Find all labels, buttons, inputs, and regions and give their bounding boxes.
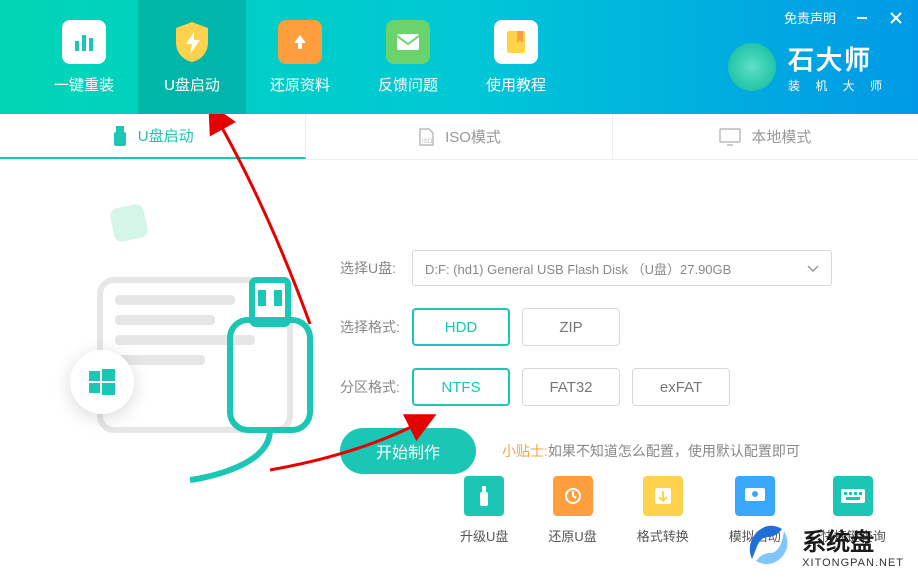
subnav: U盘启动 ISO ISO模式 本地模式 xyxy=(0,114,918,160)
disclaimer-link[interactable]: 免责声明 xyxy=(784,8,836,27)
close-button[interactable] xyxy=(888,10,904,26)
envelope-icon xyxy=(386,20,430,64)
shield-bolt-icon xyxy=(170,20,214,64)
chevron-down-icon xyxy=(807,261,819,276)
nav-restore[interactable]: 还原资料 xyxy=(246,0,354,114)
tip-text: 如果不知道怎么配置，使用默认配置即可 xyxy=(548,443,800,459)
minimize-icon xyxy=(856,12,868,24)
watermark-logo-icon xyxy=(742,519,794,571)
header: 免责声明 一键重装 U盘启动 还原资料 反馈问题 使 xyxy=(0,0,918,114)
tool-label: 格式转换 xyxy=(637,526,689,545)
bar-chart-icon xyxy=(62,20,106,64)
nav-feedback[interactable]: 反馈问题 xyxy=(354,0,462,114)
nav-label: 反馈问题 xyxy=(378,74,438,95)
tip-label: 小贴士: xyxy=(502,443,548,459)
main-area: 选择U盘: D:F: (hd1) General USB Flash Disk … xyxy=(0,160,918,490)
nav-tutorial[interactable]: 使用教程 xyxy=(462,0,570,114)
tool-restore-usb[interactable]: 还原U盘 xyxy=(548,476,596,545)
tool-upgrade-usb[interactable]: 升级U盘 xyxy=(460,476,508,545)
partition-option-ntfs[interactable]: NTFS xyxy=(412,368,510,406)
keyboard-icon xyxy=(833,476,873,516)
start-create-button[interactable]: 开始制作 xyxy=(340,428,476,474)
brand-logo-icon xyxy=(728,43,776,91)
tool-label: 升级U盘 xyxy=(460,526,508,545)
usb-select-label: 选择U盘: xyxy=(340,258,412,278)
monitor-icon xyxy=(719,128,741,146)
minimize-button[interactable] xyxy=(854,10,870,26)
nav-label: 还原资料 xyxy=(270,74,330,95)
format-option-hdd[interactable]: HDD xyxy=(412,308,510,346)
brand-sub: 装 机 大 师 xyxy=(788,77,888,94)
illustration xyxy=(40,190,340,490)
svg-text:ISO: ISO xyxy=(422,139,433,145)
nav-usb-boot[interactable]: U盘启动 xyxy=(138,0,246,114)
tool-label: 还原U盘 xyxy=(548,526,596,545)
subnav-usb-boot[interactable]: U盘启动 xyxy=(0,114,306,159)
titlebar: 免责声明 xyxy=(784,8,904,27)
format-option-zip[interactable]: ZIP xyxy=(522,308,620,346)
nav-label: 一键重装 xyxy=(54,74,114,95)
iso-icon: ISO xyxy=(417,127,435,147)
subnav-local[interactable]: 本地模式 xyxy=(613,114,918,159)
convert-icon xyxy=(643,476,683,516)
watermark-text: 系统盘 xyxy=(802,522,904,557)
usb-select-dropdown[interactable]: D:F: (hd1) General USB Flash Disk （U盘）27… xyxy=(412,250,832,286)
subnav-iso[interactable]: ISO ISO模式 xyxy=(306,114,612,159)
config-form: 选择U盘: D:F: (hd1) General USB Flash Disk … xyxy=(340,190,878,490)
subnav-label: 本地模式 xyxy=(751,126,811,147)
brand-name: 石大师 xyxy=(788,40,888,77)
usb-icon xyxy=(112,126,128,146)
windows-icon xyxy=(70,350,134,414)
usb-up-icon xyxy=(464,476,504,516)
partition-option-exfat[interactable]: exFAT xyxy=(632,368,730,406)
partition-label: 分区格式: xyxy=(340,377,412,397)
bookmark-icon xyxy=(494,20,538,64)
partition-option-fat32[interactable]: FAT32 xyxy=(522,368,620,406)
tool-convert-format[interactable]: 格式转换 xyxy=(637,476,689,545)
watermark: 系统盘 XITONGPAN.NET xyxy=(728,511,918,579)
watermark-sub: XITONGPAN.NET xyxy=(802,557,904,569)
subnav-label: ISO模式 xyxy=(445,126,501,147)
restore-icon xyxy=(553,476,593,516)
upload-icon xyxy=(278,20,322,64)
nav-label: U盘启动 xyxy=(164,74,220,95)
usb-select-value: D:F: (hd1) General USB Flash Disk （U盘）27… xyxy=(425,259,731,278)
monitor-play-icon xyxy=(735,476,775,516)
format-label: 选择格式: xyxy=(340,317,412,337)
nav-label: 使用教程 xyxy=(486,74,546,95)
subnav-label: U盘启动 xyxy=(138,125,194,146)
brand: 石大师 装 机 大 师 xyxy=(728,40,888,94)
close-icon xyxy=(890,12,902,24)
nav-reinstall[interactable]: 一键重装 xyxy=(30,0,138,114)
tip: 小贴士:如果不知道怎么配置，使用默认配置即可 xyxy=(502,441,800,461)
